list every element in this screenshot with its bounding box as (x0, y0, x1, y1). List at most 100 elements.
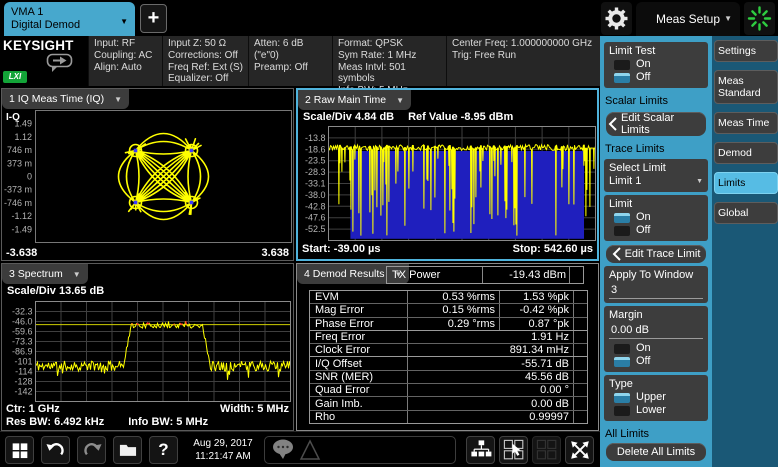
tab-global[interactable]: Global (714, 202, 778, 224)
table-row: Quad Error0.00 ° (310, 383, 587, 396)
all-limits-label: All Limits (605, 428, 707, 441)
meas-setup-panel: Limit Test On Off Scalar Limits Edit Sca… (600, 36, 712, 467)
mode-tab-line2: Digital Demod (11, 19, 128, 32)
chevron-down-icon: ▼ (73, 270, 81, 279)
edit-trace-limit-button[interactable]: Edit Trace Limit (606, 245, 706, 263)
message-area[interactable] (264, 436, 456, 464)
table-row: EVM0.53 %rms1.53 %pk (310, 291, 587, 303)
type-upper-option[interactable]: Upper (609, 391, 703, 404)
header-col-freq: Center Freq: 1.000000000 GHz Trig: Free … (446, 36, 601, 86)
undo-button[interactable] (41, 436, 70, 464)
svg-text:373 m: 373 m (7, 158, 32, 168)
svg-text:-33.1: -33.1 (305, 179, 326, 189)
header-col-format: Format: QPSK Sym Rate: 1 MHz Meas Intvl:… (332, 36, 446, 86)
lxi-badge: LXI (3, 71, 27, 83)
limit-on-option[interactable]: On (609, 211, 703, 224)
limit-test-group: Limit Test On Off (604, 42, 708, 88)
system-settings-button[interactable] (601, 2, 632, 35)
toggle-indicator (614, 393, 630, 403)
window2-title-dropdown[interactable]: 2 Raw Main Time▼ (298, 90, 411, 110)
chevron-down-icon: ▼ (114, 95, 122, 104)
gear-icon (601, 2, 632, 35)
limit-off-option[interactable]: Off (609, 224, 703, 237)
svg-text:746 m: 746 m (7, 145, 32, 155)
limit-test-on-option[interactable]: On (609, 58, 703, 71)
toggle-indicator (614, 213, 630, 223)
toggle-indicator (614, 73, 630, 83)
instrument-screen: VMA 1 Digital Demod ▼ + Meas Setup ▼ (0, 0, 778, 467)
raw-x-axis-labels: Start: -39.00 µsStop: 542.60 µs (298, 243, 597, 255)
edit-scalar-limits-button[interactable]: Edit Scalar Limits (606, 112, 706, 136)
raw-time-plot: -13.8-18.6-23.5-28.3-33.1-38.0-42.8-47.6… (298, 125, 597, 243)
add-mode-button[interactable]: + (140, 4, 167, 33)
redo-icon (81, 439, 103, 461)
margin-off-option[interactable]: Off (609, 355, 703, 368)
chevron-left-icon (612, 247, 621, 261)
svg-text:-47.6: -47.6 (305, 213, 326, 223)
svg-text:-142: -142 (14, 387, 32, 397)
select-window-button[interactable] (499, 436, 528, 464)
toggle-indicator (614, 406, 630, 416)
svg-text:-746 m: -746 m (4, 198, 32, 208)
grid-layout-button[interactable] (532, 436, 561, 464)
svg-text:-59.6: -59.6 (12, 327, 33, 337)
tab-demod[interactable]: Demod (714, 142, 778, 164)
chevron-down-icon: ▼ (696, 175, 703, 188)
file-open-button[interactable] (113, 436, 142, 464)
svg-text:-13.8: -13.8 (305, 133, 326, 143)
select-limit-dropdown[interactable]: Select Limit Limit 1 ▼ (604, 159, 708, 192)
toggle-indicator (614, 60, 630, 70)
window-spectrum: 3 Spectrum▼ Scale/Div 13.65 dB -32.3-46.… (1, 263, 294, 431)
question-mark-icon: ? (158, 440, 168, 460)
svg-text:-18.6: -18.6 (305, 144, 326, 154)
menu-tabs-column: Settings Meas Standard Meas Time Demod L… (712, 36, 778, 467)
tab-meas-standard[interactable]: Meas Standard (714, 70, 778, 104)
svg-text:1.12: 1.12 (14, 132, 32, 142)
window3-title-dropdown[interactable]: 3 Spectrum▼ (2, 264, 88, 284)
delete-all-limits-button[interactable]: Delete All Limits (606, 443, 706, 461)
spinner-icon (744, 2, 775, 35)
margin-value[interactable]: 0.00 dB (609, 322, 703, 339)
svg-text:-373 m: -373 m (4, 185, 32, 195)
tx-power-status-cell (569, 267, 583, 283)
window1-title-dropdown[interactable]: 1 IQ Meas Time (IQ)▼ (2, 89, 129, 109)
chevron-down-icon: ▼ (120, 15, 128, 28)
grid-icon (535, 438, 559, 462)
fullscreen-button[interactable] (565, 436, 594, 464)
svg-text:-46.0: -46.0 (12, 317, 33, 327)
type-lower-option[interactable]: Lower (609, 404, 703, 417)
chevron-down-icon: ▼ (396, 96, 404, 105)
apply-to-window-field[interactable]: Apply To Window 3 (604, 266, 708, 303)
tx-power-value: -19.43 dBm (483, 267, 569, 283)
header-col-inputz: Input Z: 50 Ω Corrections: Off Freq Ref:… (162, 36, 248, 86)
limit-test-off-option[interactable]: Off (609, 71, 703, 84)
table-row: SNR (MER)45.56 dB (310, 370, 587, 383)
window-layout-button[interactable] (466, 436, 495, 464)
busy-indicator-button[interactable] (744, 2, 775, 35)
table-row: Gain Imb.0.00 dB (310, 396, 587, 409)
header-col-input: Input: RF Coupling: AC Align: Auto (88, 36, 162, 86)
iq-constellation-plot: I-Q1.491.12746 m373 m0-373 m-746 m-1.12-… (2, 109, 293, 247)
svg-text:-1.12: -1.12 (11, 211, 32, 221)
meas-setup-menu[interactable]: Meas Setup ▼ (636, 2, 740, 36)
help-button[interactable]: ? (149, 436, 178, 464)
mode-tab-vma[interactable]: VMA 1 Digital Demod ▼ (4, 2, 135, 36)
redo-button[interactable] (77, 436, 106, 464)
spectrum-axis-labels-1: Ctr: 1 GHzWidth: 5 MHz (2, 403, 293, 415)
message-bubble-icon (273, 440, 293, 460)
apply-to-window-value[interactable]: 3 (609, 282, 703, 299)
window-select-hand-icon (502, 438, 526, 462)
tab-settings[interactable]: Settings (714, 40, 778, 62)
table-row: Clock Error891.34 mHz (310, 343, 587, 356)
windows-start-button[interactable] (5, 436, 34, 464)
tab-limits[interactable]: Limits (714, 172, 778, 194)
tab-meas-time[interactable]: Meas Time (714, 112, 778, 134)
svg-text:-28.3: -28.3 (305, 167, 326, 177)
margin-on-option[interactable]: On (609, 342, 703, 355)
svg-text:-23.5: -23.5 (305, 156, 326, 166)
datetime-display: Aug 29, 2017 11:21:47 AM (184, 437, 262, 463)
table-row: Phase Error0.29 °rms0.87 °pk (310, 317, 587, 330)
svg-text:-86.9: -86.9 (12, 347, 33, 357)
chevron-down-icon: ▼ (724, 2, 732, 36)
svg-text:-52.5: -52.5 (305, 224, 326, 234)
